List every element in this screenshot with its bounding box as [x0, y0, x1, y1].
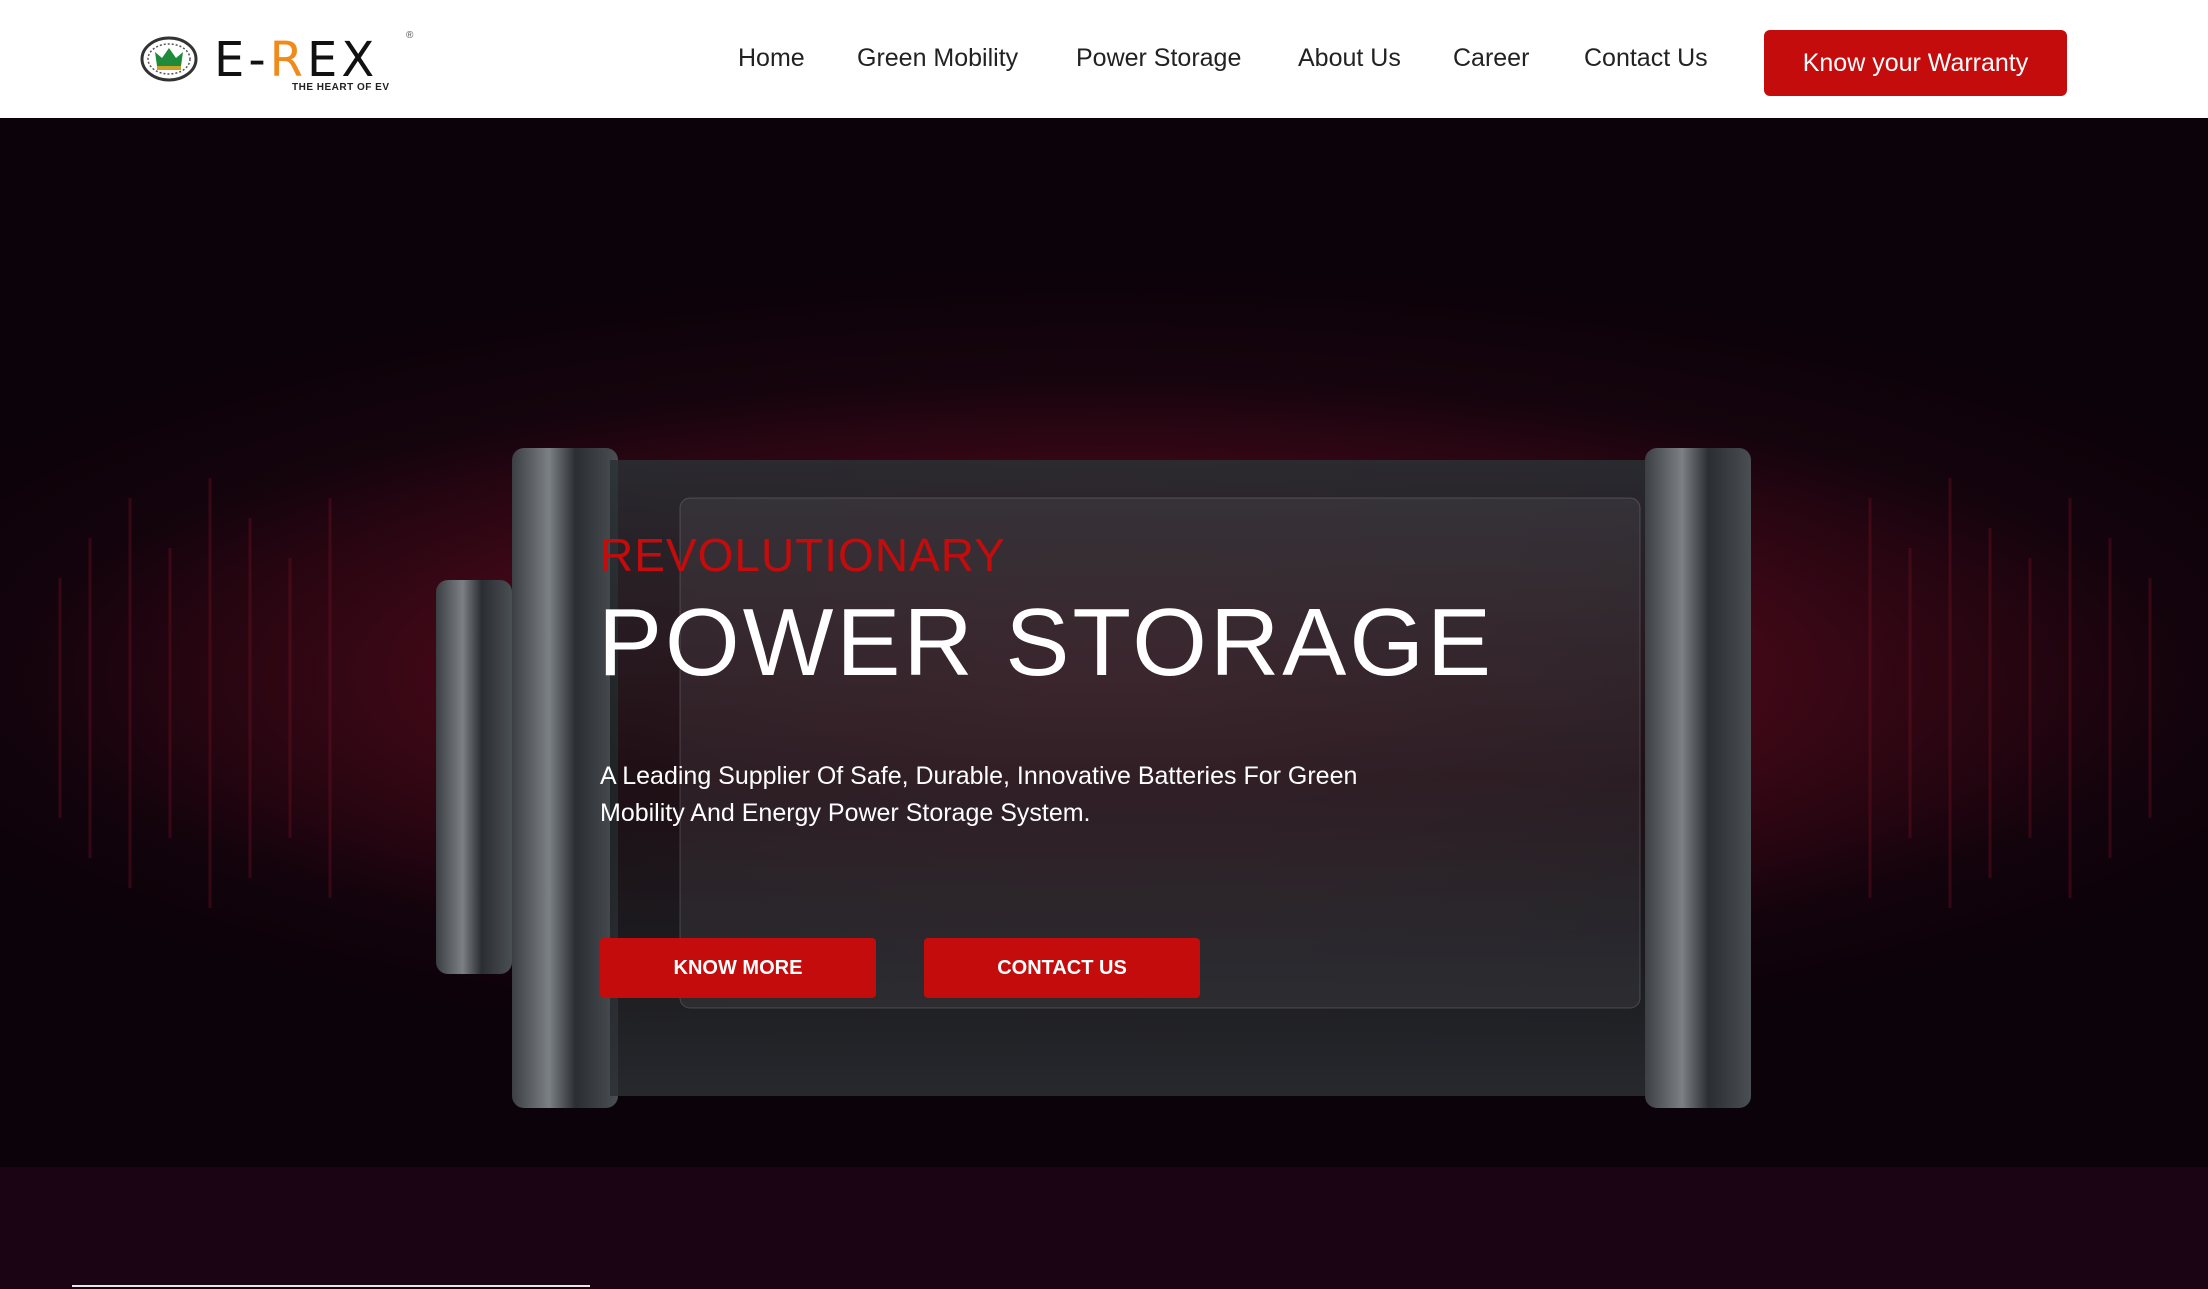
site-header: E-REX ® THE HEART OF EV Home Green Mobil…	[0, 0, 2208, 118]
hero-title: POWER STORAGE	[598, 589, 1495, 696]
nav-about-us[interactable]: About Us	[1298, 44, 1401, 73]
nav-power-storage[interactable]: Power Storage	[1076, 44, 1241, 73]
next-section-divider	[72, 1285, 590, 1287]
brand-tagline: THE HEART OF EV	[292, 82, 390, 93]
brand-logo[interactable]: E-REX ® THE HEART OF EV	[140, 30, 420, 100]
brand-wordmark-r: R	[269, 32, 308, 88]
nav-contact-us[interactable]: Contact Us	[1584, 44, 1708, 73]
hero-eyebrow: REVOLUTIONARY	[600, 529, 1006, 581]
brand-wordmark: E-REX	[214, 30, 378, 90]
nav-home[interactable]: Home	[738, 44, 805, 73]
nav-green-mobility[interactable]: Green Mobility	[857, 44, 1018, 73]
know-more-button[interactable]: KNOW MORE	[600, 938, 876, 998]
know-your-warranty-button[interactable]: Know your Warranty	[1764, 30, 2067, 96]
brand-wordmark-left: E-	[214, 32, 270, 88]
contact-us-button[interactable]: CONTACT US	[924, 938, 1200, 998]
hero-description: A Leading Supplier Of Safe, Durable, Inn…	[600, 762, 1358, 827]
crown-emblem-icon	[140, 36, 198, 82]
hero-section: REVOLUTIONARY POWER STORAGE A Leading Su…	[0, 118, 2208, 1167]
registered-mark: ®	[406, 30, 414, 41]
next-section-band	[0, 1167, 2208, 1289]
brand-wordmark-right: EX	[307, 32, 379, 88]
nav-career[interactable]: Career	[1453, 44, 1529, 73]
